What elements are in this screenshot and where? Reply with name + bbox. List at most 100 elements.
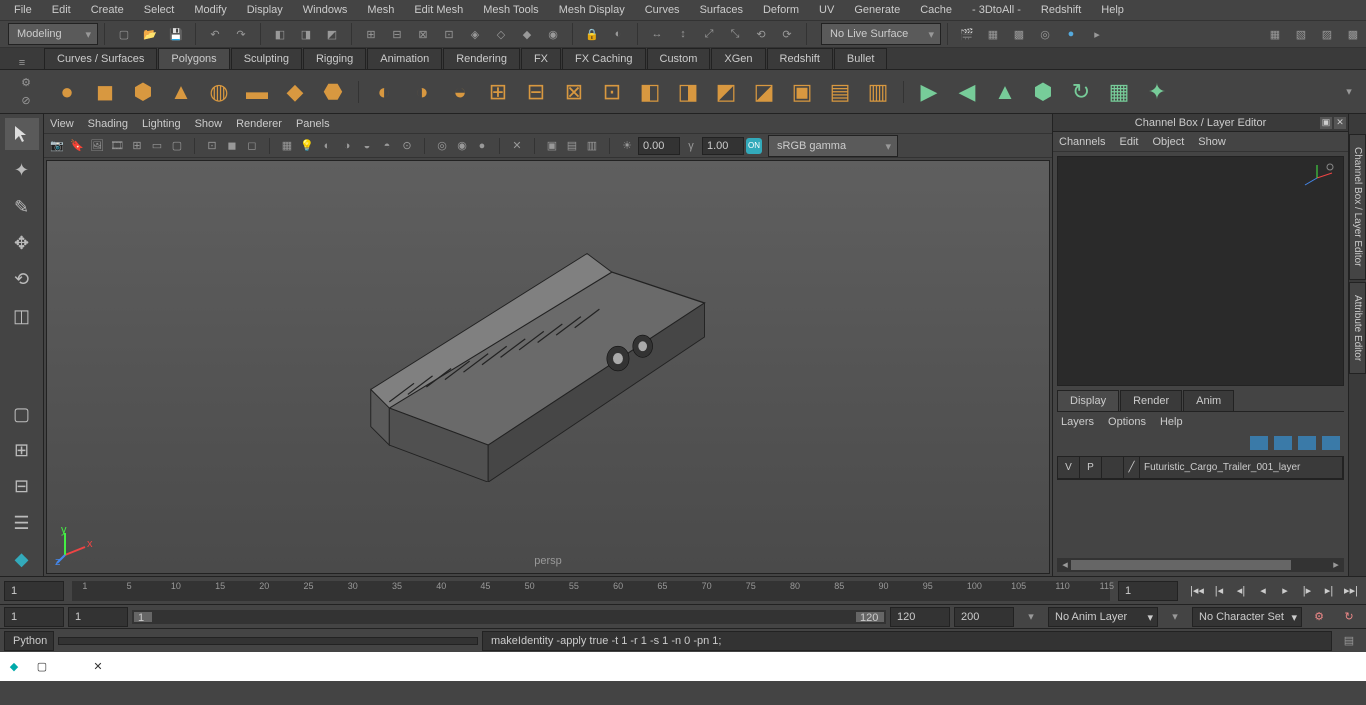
layout-two-icon[interactable]: ⊟: [5, 471, 39, 503]
snap-icon8[interactable]: ◉: [542, 23, 564, 45]
poly-cone-icon[interactable]: ▲: [164, 75, 198, 109]
layer-move-up-icon[interactable]: [1250, 436, 1268, 450]
poly-booleans-icon[interactable]: ⊞: [481, 75, 515, 109]
live-surface-dropdown[interactable]: No Live Surface: [821, 23, 941, 45]
panel-panels[interactable]: Panels: [296, 118, 330, 130]
layer-menu-help[interactable]: Help: [1160, 416, 1183, 428]
pt-texture-icon[interactable]: ▦: [278, 137, 296, 155]
poly-bridge-icon[interactable]: ⊡: [595, 75, 629, 109]
panel-view[interactable]: View: [50, 118, 74, 130]
ch-object[interactable]: Object: [1152, 136, 1184, 148]
snap-live-icon[interactable]: ◈: [464, 23, 486, 45]
colorspace-dropdown[interactable]: sRGB gamma: [768, 135, 898, 157]
pt-exposure-icon[interactable]: ☀: [618, 137, 636, 155]
menu-editmesh[interactable]: Edit Mesh: [404, 1, 473, 19]
menu-windows[interactable]: Windows: [293, 1, 358, 19]
range-start-handle[interactable]: 1: [134, 612, 152, 622]
poly-plane-icon[interactable]: ▬: [240, 75, 274, 109]
poly-flag2-icon[interactable]: ◀: [950, 75, 984, 109]
menu-curves[interactable]: Curves: [635, 1, 690, 19]
menu-surfaces[interactable]: Surfaces: [690, 1, 753, 19]
snap-plane-icon[interactable]: ⊡: [438, 23, 460, 45]
render-globals-icon[interactable]: ●: [1060, 23, 1082, 45]
shelf-tab-curves[interactable]: Curves / Surfaces: [44, 48, 157, 69]
paint-select-tool[interactable]: ✎: [5, 191, 39, 223]
pt-camera-icon[interactable]: 📷: [48, 137, 66, 155]
sym-off-icon[interactable]: ⤡: [724, 23, 746, 45]
menu-edit[interactable]: Edit: [42, 1, 81, 19]
poly-insert-edge-icon[interactable]: ▤: [823, 75, 857, 109]
shelf-trash-icon[interactable]: ⊘: [18, 93, 34, 109]
undo-icon[interactable]: ↶: [204, 23, 226, 45]
exposure-input[interactable]: [638, 137, 680, 155]
shelf-tab-redshift[interactable]: Redshift: [767, 48, 833, 69]
poly-smooth-icon[interactable]: ◒: [443, 75, 477, 109]
panel-show[interactable]: Show: [195, 118, 223, 130]
workspace-panel3-icon[interactable]: ▨: [1316, 23, 1338, 45]
scroll-right-icon[interactable]: ▸: [1330, 558, 1342, 570]
menu-mesh[interactable]: Mesh: [357, 1, 404, 19]
shelf-tab-rendering[interactable]: Rendering: [443, 48, 520, 69]
workspace-panel1-icon[interactable]: ▦: [1264, 23, 1286, 45]
pt-hud-icon[interactable]: ▣: [543, 137, 561, 155]
menu-deform[interactable]: Deform: [753, 1, 809, 19]
layer-visibility-cell[interactable]: V: [1058, 457, 1080, 478]
layer-create-empty-icon[interactable]: [1298, 436, 1316, 450]
anim-layer-dropdown-icon[interactable]: ▾: [1164, 606, 1186, 628]
render-ipr-icon[interactable]: ▦: [982, 23, 1004, 45]
pt-shade-flat-icon[interactable]: ◻: [243, 137, 261, 155]
go-end-icon[interactable]: ▸▸|: [1342, 582, 1360, 600]
colormgmt-toggle-icon[interactable]: ON: [746, 138, 762, 154]
pt-light-icon[interactable]: 💡: [298, 137, 316, 155]
menu-uv[interactable]: UV: [809, 1, 844, 19]
shelf-tab-sculpting[interactable]: Sculpting: [231, 48, 302, 69]
sym-world-icon[interactable]: ⟲: [750, 23, 772, 45]
menu-redshift[interactable]: Redshift: [1031, 1, 1091, 19]
viewport[interactable]: x y z persp: [46, 160, 1050, 574]
workspace-dropdown[interactable]: Modeling: [8, 23, 98, 45]
range-slider-track[interactable]: 1 120: [132, 610, 886, 624]
range-dropdown-icon[interactable]: ▾: [1020, 606, 1042, 628]
lock-icon[interactable]: 🔒: [581, 23, 603, 45]
open-scene-icon[interactable]: 📂: [139, 23, 161, 45]
app-icon[interactable]: ◆: [4, 657, 24, 677]
poly-platonic-icon[interactable]: ⬣: [316, 75, 350, 109]
poly-disc-icon[interactable]: ◆: [278, 75, 312, 109]
render-view-icon[interactable]: ◎: [1034, 23, 1056, 45]
select-object-icon[interactable]: ◨: [295, 23, 317, 45]
scale-tool[interactable]: ◫: [5, 300, 39, 332]
layer-playback-cell[interactable]: P: [1080, 457, 1102, 478]
move-tool[interactable]: ✥: [5, 227, 39, 259]
poly-torus-icon[interactable]: ◍: [202, 75, 236, 109]
pt-ao-icon[interactable]: ◑: [338, 137, 356, 155]
tab-attribute-editor[interactable]: Attribute Editor: [1349, 282, 1366, 374]
layer-menu-layers[interactable]: Layers: [1061, 416, 1094, 428]
layer-color-cell[interactable]: ╱: [1124, 457, 1140, 478]
pt-aa-icon[interactable]: ◎: [433, 137, 451, 155]
script-language-dropdown[interactable]: Python: [4, 631, 54, 651]
poly-flag5-icon[interactable]: ↻: [1064, 75, 1098, 109]
ch-channels[interactable]: Channels: [1059, 136, 1105, 148]
panel-close-icon[interactable]: ✕: [1334, 117, 1346, 129]
prefs-icon[interactable]: ↻: [1338, 606, 1360, 628]
panel-renderer[interactable]: Renderer: [236, 118, 282, 130]
shelf-tab-custom[interactable]: Custom: [647, 48, 711, 69]
shelf-scroll-icon[interactable]: ▾: [1338, 81, 1360, 103]
new-scene-icon[interactable]: ▢: [113, 23, 135, 45]
render-arrow-icon[interactable]: ▸: [1086, 23, 1108, 45]
sym-y-icon[interactable]: ↕: [672, 23, 694, 45]
pt-xray-icon[interactable]: ◓: [378, 137, 396, 155]
layer-tab-display[interactable]: Display: [1057, 390, 1119, 411]
shelf-tab-animation[interactable]: Animation: [367, 48, 442, 69]
sym-x-icon[interactable]: ↔: [646, 23, 668, 45]
play-back-icon[interactable]: ◂: [1254, 582, 1272, 600]
snap-grid-icon[interactable]: ⊞: [360, 23, 382, 45]
shelf-tab-rigging[interactable]: Rigging: [303, 48, 366, 69]
anim-layer-dropdown[interactable]: No Anim Layer: [1048, 607, 1158, 627]
pt-gate-icon[interactable]: ▭: [148, 137, 166, 155]
step-back-key-icon[interactable]: |◂: [1210, 582, 1228, 600]
poly-flag7-icon[interactable]: ✦: [1140, 75, 1174, 109]
snap-toggle-icon[interactable]: ◆: [516, 23, 538, 45]
range-end-handle[interactable]: 120: [856, 612, 884, 622]
step-back-icon[interactable]: ◂|: [1232, 582, 1250, 600]
